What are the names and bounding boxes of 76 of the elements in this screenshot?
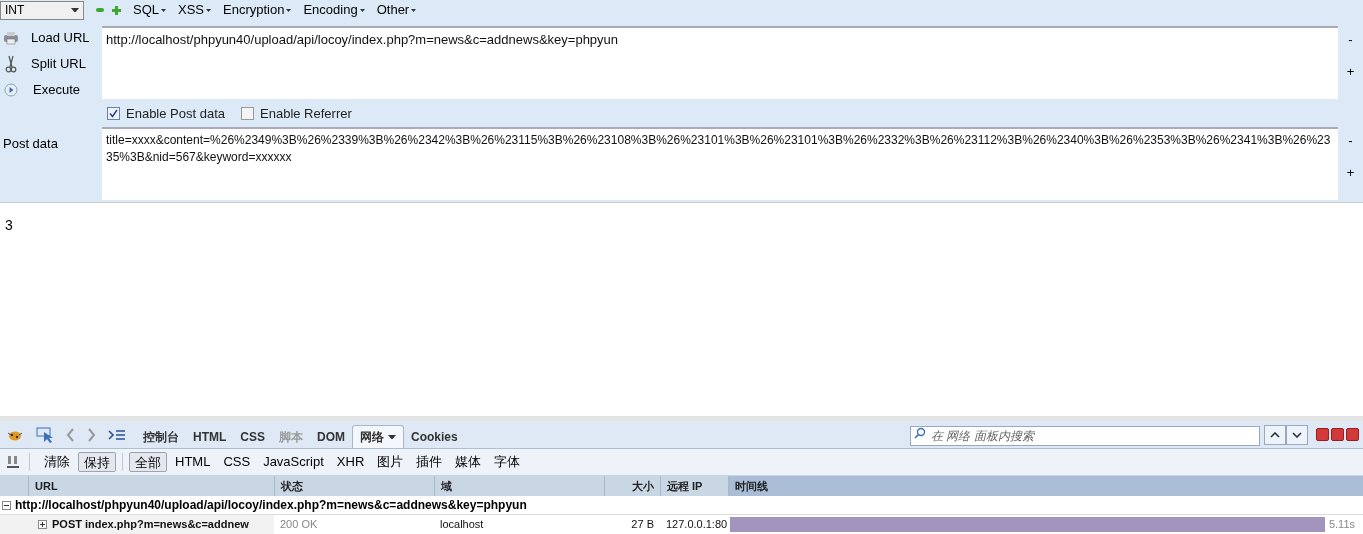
minimize-icon[interactable]: [1316, 428, 1329, 441]
command-line-icon[interactable]: [108, 429, 126, 441]
caret-icon: [411, 8, 417, 12]
menu-item[interactable]: Encryption: [223, 0, 292, 20]
filter-button[interactable]: XHR: [331, 452, 370, 472]
request-group-url: http://localhost/phpyun40/upload/api/locoy/index.php?m=news&c=addnews&key=phpyun: [15, 497, 527, 514]
power-icon[interactable]: [1346, 428, 1359, 441]
menu-item[interactable]: Other: [376, 0, 417, 20]
menu-item[interactable]: Encoding: [303, 0, 365, 20]
devtools-tab[interactable]: DOM: [310, 425, 352, 448]
action-button[interactable]: Execute: [33, 79, 80, 100]
devtools-tab[interactable]: Cookies: [404, 425, 465, 448]
filter-button[interactable]: 字体: [489, 452, 526, 472]
column-header[interactable]: 时间线: [735, 477, 768, 495]
status-text: 200 OK: [280, 518, 318, 531]
caret-icon: [161, 8, 166, 12]
resize-button[interactable]: -: [1348, 30, 1353, 50]
caret-icon: [388, 434, 396, 440]
caret-icon: [286, 8, 292, 12]
filter-button[interactable]: 插件: [411, 452, 448, 472]
filter-button[interactable]: 全部: [129, 452, 167, 472]
domain-text: localhost: [440, 518, 484, 531]
mode-select[interactable]: INT: [0, 0, 84, 20]
menu-item[interactable]: SQL: [133, 0, 166, 20]
resize-button[interactable]: -: [1348, 131, 1353, 151]
checkbox-option[interactable]: Enable Post data: [107, 103, 226, 124]
action-button[interactable]: Load URL: [31, 27, 90, 48]
devtools-tab[interactable]: 网络: [352, 425, 404, 448]
filter-button[interactable]: CSS: [218, 452, 256, 472]
response-text: 3: [5, 217, 13, 233]
checkbox-option[interactable]: Enable Referrer: [241, 103, 352, 124]
post-data-field[interactable]: title=xxxx&content=%26%2349%3B%26%2339%3B%26%2342%3B%26%23115%3B%26%23108%3B%26%23101%3B%26%23101%3B%26%2332%3B%26%23112%3B%26%2340%3B%26%2353%3B%26%2341%3B%26%2335%3B&nid=567&keyword=xxxxxx: [102, 127, 1338, 200]
toolbar-button[interactable]: 清除: [39, 452, 75, 472]
search-icon: [914, 426, 926, 439]
devtools-tab[interactable]: 控制台: [136, 425, 186, 448]
play-icon: [4, 82, 18, 97]
resize-button[interactable]: +: [1346, 61, 1355, 81]
xhr-icon[interactable]: [6, 455, 20, 469]
dropdown-arrow-icon: [71, 7, 79, 13]
chevron-up-icon: [1270, 431, 1280, 438]
back-icon[interactable]: [66, 428, 75, 442]
collapse-icon[interactable]: [2, 500, 11, 510]
resize-button[interactable]: +: [1346, 162, 1355, 182]
scissors-icon: [5, 54, 17, 73]
forward-icon[interactable]: [87, 428, 96, 442]
chevron-down-icon: [1292, 431, 1302, 438]
caret-icon: [359, 8, 365, 12]
size-text: 27 B: [631, 518, 654, 531]
filter-button[interactable]: HTML: [170, 452, 216, 472]
toolbar-button[interactable]: 保持: [78, 452, 116, 472]
menu-item[interactable]: XSS: [178, 0, 212, 20]
column-header[interactable]: 状态: [281, 477, 303, 495]
search-field[interactable]: 在 网络 面板内搜索: [910, 425, 1260, 446]
url-field[interactable]: http://localhost/phpyun40/upload/api/locoy/index.php?m=news&c=addnews&key=phpyun: [102, 26, 1338, 99]
devtools-tab[interactable]: CSS: [233, 425, 272, 448]
column-header[interactable]: 域: [441, 477, 452, 495]
action-button[interactable]: Split URL: [31, 53, 86, 74]
plus-icon[interactable]: [112, 5, 121, 15]
column-header[interactable]: URL: [35, 477, 58, 495]
restore-icon[interactable]: [1331, 428, 1344, 441]
filter-button[interactable]: 媒体: [450, 452, 487, 472]
previous-match-button[interactable]: [1264, 424, 1286, 445]
caret-icon: [206, 8, 212, 12]
devtools-tab[interactable]: HTML: [186, 425, 234, 448]
filter-button[interactable]: 图片: [372, 452, 409, 472]
field-label: Post data: [3, 136, 58, 151]
timing-text: 5.11s: [1328, 517, 1355, 533]
next-match-button[interactable]: [1286, 424, 1308, 445]
checkmark-icon: [109, 109, 118, 118]
expand-icon[interactable]: [38, 520, 47, 529]
printer-icon: [3, 30, 19, 45]
filter-button[interactable]: JavaScript: [258, 452, 329, 472]
inspect-cursor-icon[interactable]: [36, 427, 54, 443]
remote-ip-text: 127.0.0.1:80: [666, 518, 728, 531]
column-header[interactable]: 远程 IP: [667, 477, 703, 495]
column-header[interactable]: 大小: [632, 477, 654, 495]
